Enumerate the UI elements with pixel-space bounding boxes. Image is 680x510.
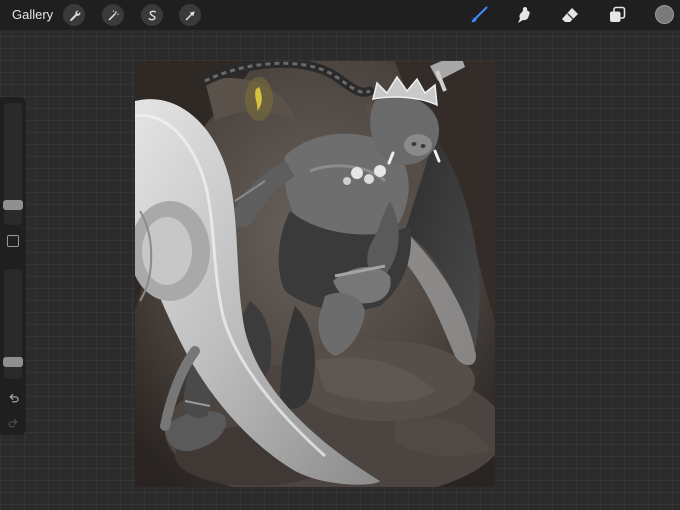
modify-button[interactable] xyxy=(7,235,19,247)
brush-button[interactable] xyxy=(467,3,491,27)
top-toolbar: Gallery xyxy=(0,0,680,30)
transform-button[interactable] xyxy=(179,4,201,26)
actions-button[interactable] xyxy=(63,4,85,26)
smudge-button[interactable] xyxy=(512,3,536,27)
color-picker-button[interactable] xyxy=(655,5,674,24)
layers-button[interactable] xyxy=(605,3,629,27)
artwork-illustration xyxy=(135,61,495,487)
brush-icon xyxy=(471,6,488,23)
layers-icon xyxy=(610,6,626,22)
left-sidebar xyxy=(0,97,26,435)
gallery-button[interactable]: Gallery xyxy=(12,7,53,22)
selection-button[interactable] xyxy=(141,4,163,26)
smudge-icon xyxy=(518,7,530,23)
redo-icon xyxy=(7,418,17,427)
selection-s-icon xyxy=(148,10,156,20)
brush-size-slider[interactable] xyxy=(3,103,23,225)
undo-icon xyxy=(9,393,19,402)
brush-size-thumb[interactable] xyxy=(3,200,23,210)
arrow-cursor-icon xyxy=(185,10,195,20)
wrench-icon xyxy=(69,10,80,21)
redo-button[interactable] xyxy=(5,415,21,431)
opacity-thumb[interactable] xyxy=(3,357,23,367)
eraser-button[interactable] xyxy=(558,3,582,27)
procreate-app: Gallery xyxy=(0,0,680,510)
magic-wand-icon xyxy=(108,9,119,20)
opacity-slider[interactable] xyxy=(3,269,23,379)
undo-button[interactable] xyxy=(5,390,21,406)
adjustments-button[interactable] xyxy=(102,4,124,26)
drawing-canvas[interactable] xyxy=(135,61,495,487)
eraser-icon xyxy=(562,8,578,22)
